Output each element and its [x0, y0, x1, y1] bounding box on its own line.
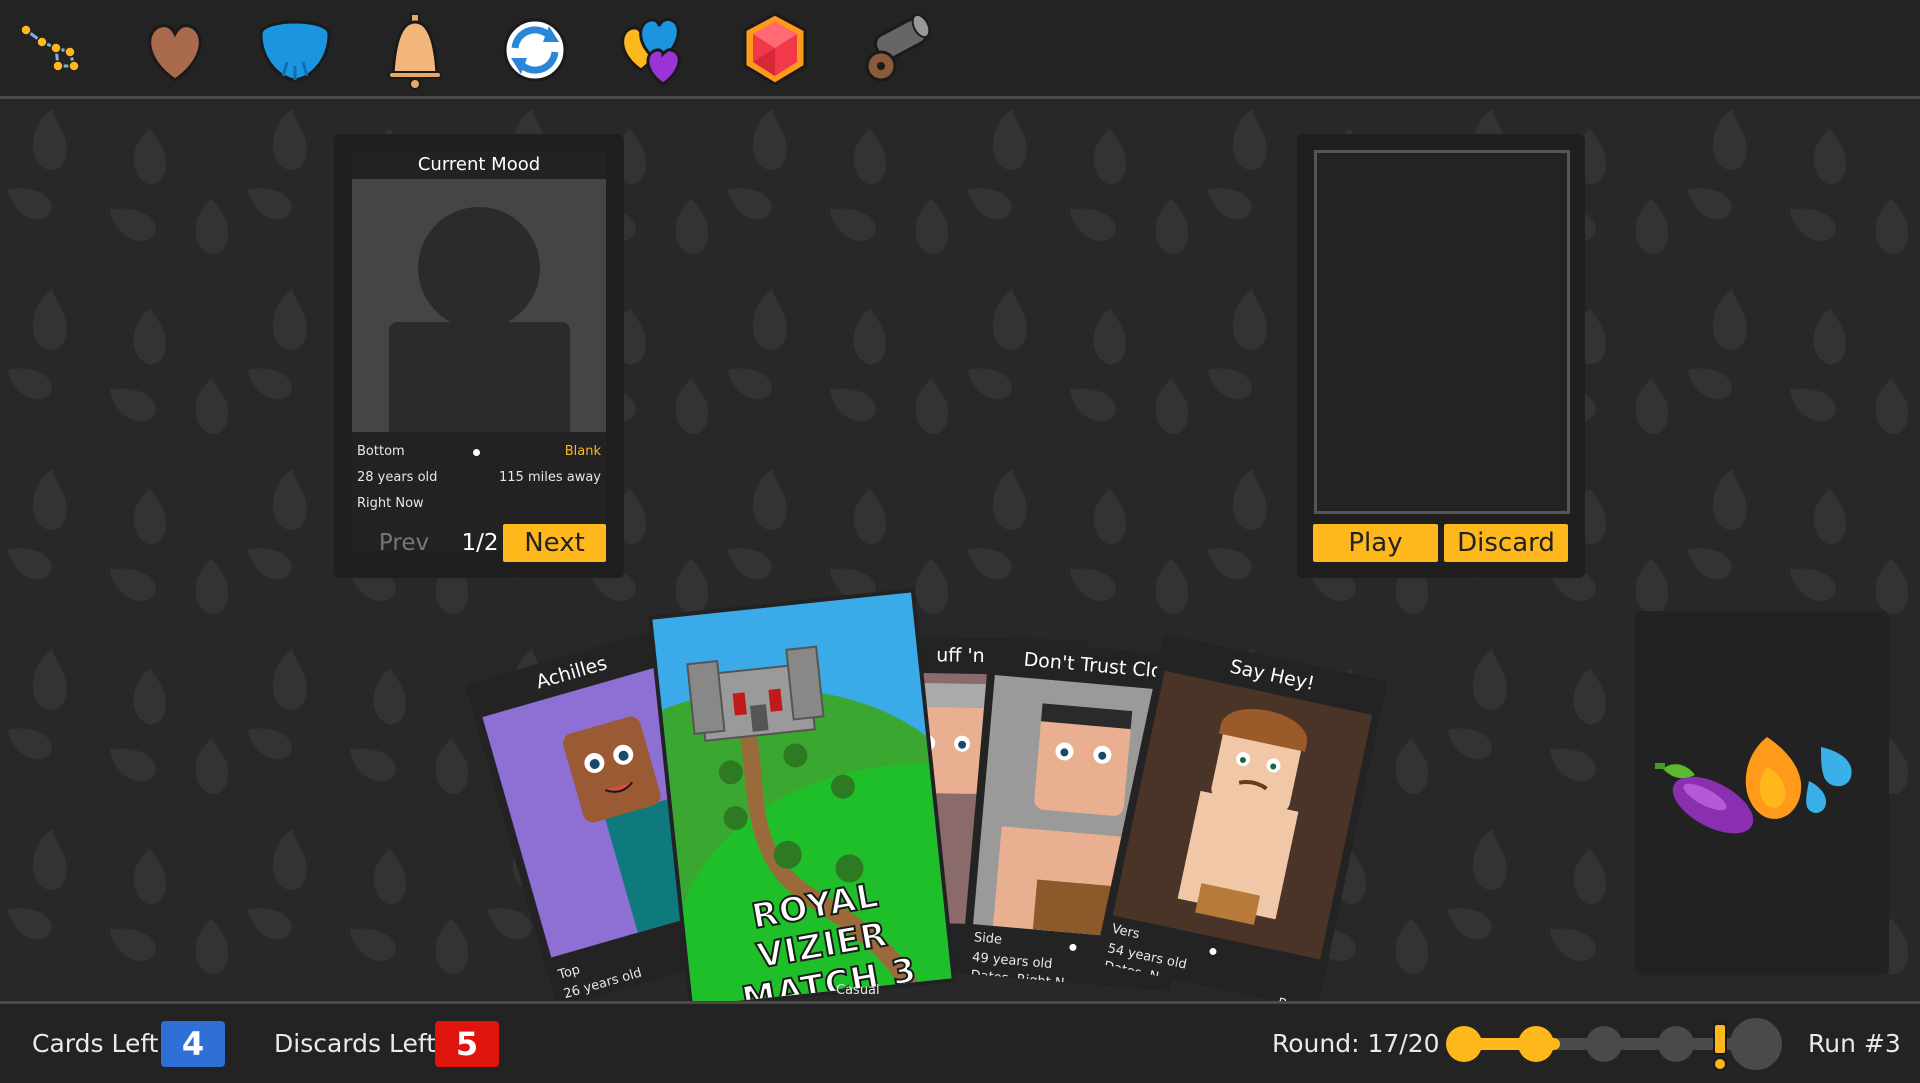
- character-portrait-icon: [1177, 709, 1308, 925]
- card-drop-slot[interactable]: [1314, 150, 1570, 514]
- status-bar: Cards Left 4 Discards Left 5 Round: 17/2…: [0, 1001, 1920, 1083]
- round-progress: [1440, 1018, 1790, 1071]
- profile-title: Current Mood: [417, 154, 541, 175]
- card-art: ROYAL VIZIER MATCH 3: [652, 592, 952, 1006]
- card-role: Top: [556, 962, 582, 983]
- round-label: Round: 17/20: [1272, 1029, 1440, 1058]
- gem-icon[interactable]: [733, 8, 817, 92]
- bell-icon[interactable]: [373, 8, 457, 92]
- card-portrait: [1112, 670, 1373, 960]
- hand-card-featured[interactable]: ROYAL VIZIER MATCH 3: [648, 588, 956, 1010]
- cannon-icon[interactable]: [853, 8, 937, 92]
- page-indicator: 1/2: [461, 530, 499, 556]
- prev-button[interactable]: Prev: [354, 524, 454, 562]
- card-role: Vers: [1110, 921, 1141, 943]
- cards-left-badge: 4: [161, 1021, 225, 1067]
- cards-left-label: Cards Left: [32, 1029, 159, 1058]
- availability-label: Right Now: [357, 496, 424, 511]
- age-label: 28 years old: [357, 470, 438, 485]
- play-panel: Play Discard: [1297, 134, 1585, 578]
- hearts-icon[interactable]: [613, 8, 697, 92]
- profile-panel: Current Mood Bottom Blank 28 years old 1…: [334, 134, 624, 578]
- status-label: Blank: [564, 444, 601, 459]
- deck-panel[interactable]: [1635, 611, 1889, 975]
- avatar: [352, 179, 606, 432]
- card-dot: [1208, 947, 1218, 956]
- constellation-icon[interactable]: [12, 8, 96, 92]
- card-casual-label: Casual: [836, 983, 880, 998]
- discards-left-label: Discards Left: [274, 1029, 436, 1058]
- card-dot: [1069, 943, 1077, 952]
- next-button[interactable]: Next: [503, 524, 606, 562]
- shell-icon[interactable]: [253, 8, 337, 92]
- discards-left-badge: 5: [435, 1021, 499, 1067]
- silhouette-icon: [389, 207, 570, 432]
- card-role: Side: [973, 930, 1003, 948]
- refresh-icon[interactable]: [493, 8, 577, 92]
- role-label: Bottom: [357, 444, 405, 459]
- run-label: Run #3: [1808, 1029, 1901, 1058]
- profile-card[interactable]: Current Mood Bottom Blank 28 years old 1…: [352, 151, 606, 551]
- eggplant-fire-droplets-icon: [1655, 737, 1852, 834]
- play-button[interactable]: Play: [1313, 524, 1438, 562]
- top-bar: [0, 0, 1920, 99]
- progress-track-icon: [1446, 1018, 1782, 1071]
- discard-button[interactable]: Discard: [1444, 524, 1568, 562]
- status-dot: [473, 449, 480, 456]
- distance-label: 115 miles away: [499, 470, 601, 485]
- heart-icon[interactable]: [133, 8, 217, 92]
